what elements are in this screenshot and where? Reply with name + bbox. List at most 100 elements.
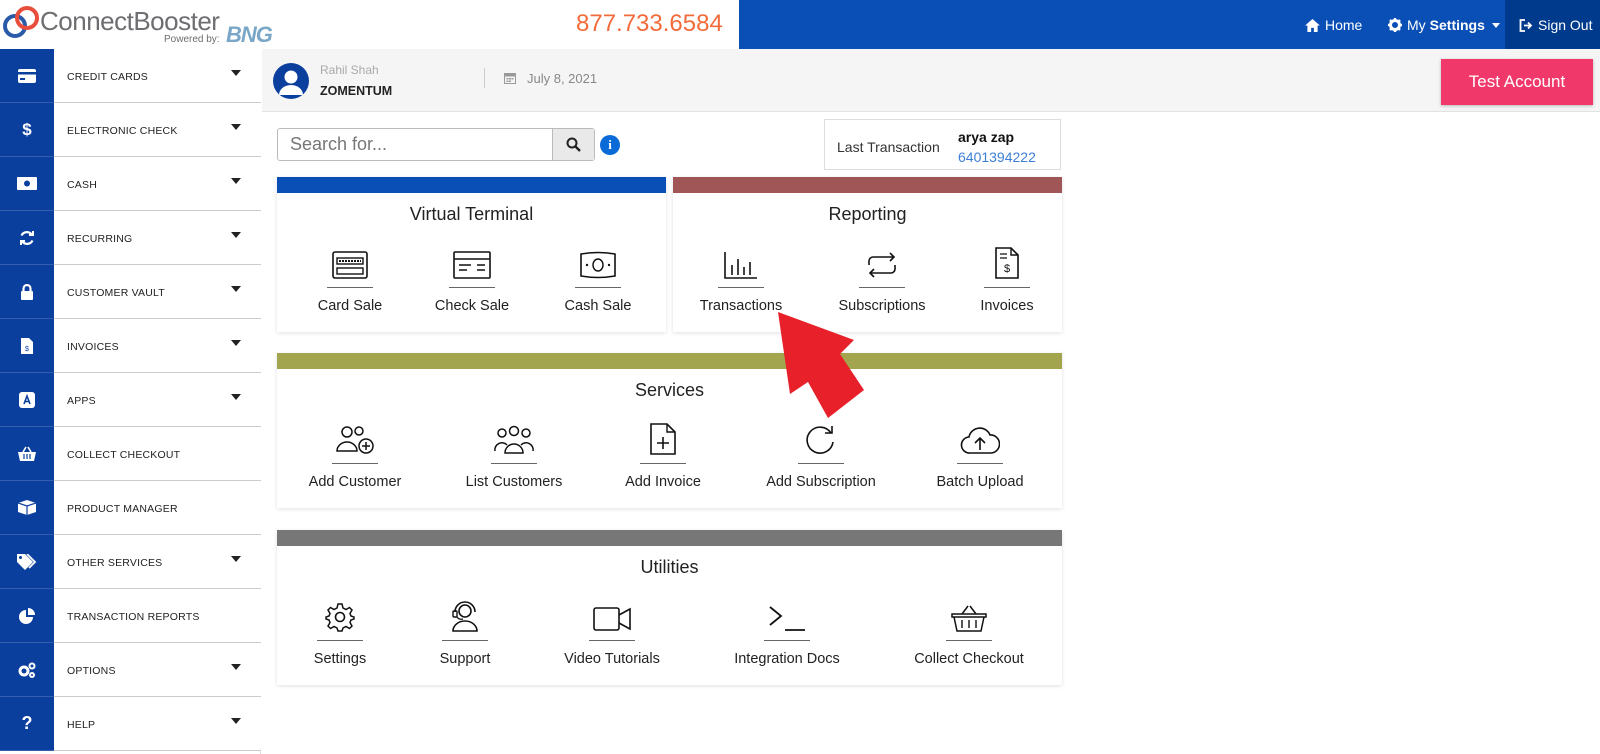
video-tutorials-tile[interactable]: Video Tutorials — [547, 592, 677, 667]
tile-label: Collect Checkout — [914, 651, 1024, 667]
tile-label: Integration Docs — [734, 651, 840, 667]
sidebar-item-label: CUSTOMER VAULT — [67, 287, 165, 299]
settings-gear-icon — [325, 603, 355, 632]
logo[interactable]: ConnectBooster Powered by: BNG — [0, 0, 300, 49]
caret-down-icon[interactable] — [231, 124, 241, 130]
sidebar-item-invoices[interactable]: $ INVOICES — [0, 319, 261, 373]
sidebar-item-credit-cards[interactable]: CREDIT CARDS — [0, 49, 261, 103]
app-store-icon — [19, 391, 35, 408]
sign-out-label: Sign Out — [1538, 17, 1593, 33]
test-account-button[interactable]: Test Account — [1441, 59, 1593, 105]
search-button[interactable] — [552, 129, 594, 160]
invoice-document-icon: $ — [995, 247, 1019, 279]
last-transaction-number[interactable]: 6401394222 — [958, 149, 1036, 165]
search-icon — [566, 137, 581, 152]
utilities-card: Utilities Settings Support Video Tutoria… — [277, 530, 1062, 685]
add-invoice-tile[interactable]: Add Invoice — [598, 415, 728, 490]
banknote-icon — [580, 251, 616, 279]
integration-docs-tile[interactable]: Integration Docs — [722, 592, 852, 667]
avatar[interactable] — [273, 63, 309, 99]
check-icon — [453, 251, 491, 279]
sidebar-item-label: CASH — [67, 179, 97, 191]
list-customers-tile[interactable]: List Customers — [449, 415, 579, 490]
lock-icon — [21, 283, 33, 300]
gear-icon — [1388, 18, 1402, 32]
caret-down-icon[interactable] — [231, 718, 241, 724]
card-color-bar — [277, 353, 1062, 369]
caret-down-icon[interactable] — [231, 664, 241, 670]
search-bar — [277, 128, 595, 161]
my-settings-dropdown[interactable]: My Settings — [1388, 17, 1500, 33]
sidebar-item-label: APPS — [67, 395, 96, 407]
sidebar-item-options[interactable]: OPTIONS — [0, 643, 261, 697]
sidebar-item-product-manager[interactable]: PRODUCT MANAGER — [0, 481, 261, 535]
transactions-tile[interactable]: Transactions — [676, 239, 806, 314]
sidebar-item-cash[interactable]: CASH — [0, 157, 261, 211]
sidebar-item-label: COLLECT CHECKOUT — [67, 449, 181, 461]
phone-number[interactable]: 877.733.6584 — [576, 10, 723, 38]
dollar-icon: $ — [22, 119, 32, 139]
top-bar: ConnectBooster Powered by: BNG 877.733.6… — [0, 0, 1600, 49]
home-icon — [1305, 18, 1320, 32]
reporting-card: Reporting Transactions Subscriptions $ I… — [673, 177, 1062, 332]
subscriptions-tile[interactable]: Subscriptions — [817, 239, 947, 314]
add-subscription-tile[interactable]: Add Subscription — [756, 415, 886, 490]
caret-down-icon[interactable] — [231, 556, 241, 562]
tile-label: Video Tutorials — [564, 651, 660, 667]
batch-upload-tile[interactable]: Batch Upload — [915, 415, 1045, 490]
check-sale-tile[interactable]: Check Sale — [407, 239, 537, 314]
sidebar-item-help[interactable]: ? HELP — [0, 697, 261, 751]
caret-down-icon[interactable] — [231, 394, 241, 400]
caret-down-icon[interactable] — [231, 286, 241, 292]
add-customer-tile[interactable]: Add Customer — [290, 415, 420, 490]
users-icon — [494, 425, 534, 454]
card-color-bar — [673, 177, 1062, 193]
sidebar-item-recurring[interactable]: RECURRING — [0, 211, 261, 265]
sidebar-item-label: ELECTRONIC CHECK — [67, 125, 178, 137]
invoices-tile[interactable]: $ Invoices — [942, 239, 1072, 314]
settings-tile[interactable]: Settings — [275, 592, 405, 667]
info-icon[interactable]: i — [600, 135, 620, 155]
connectbooster-logo-icon — [3, 6, 39, 38]
tile-label: Settings — [313, 651, 367, 667]
credit-card-icon — [18, 68, 36, 83]
sidebar-item-label: INVOICES — [67, 341, 119, 353]
annotation-arrow — [778, 312, 864, 418]
last-transaction-label: Last Transaction — [837, 139, 940, 155]
sidebar-item-transaction-reports[interactable]: TRANSACTION REPORTS — [0, 589, 261, 643]
add-customer-icon — [336, 426, 374, 454]
sidebar-item-customer-vault[interactable]: CUSTOMER VAULT — [0, 265, 261, 319]
sidebar-item-apps[interactable]: APPS — [0, 373, 261, 427]
last-transaction-box: Last Transaction arya zap 6401394222 — [824, 119, 1061, 170]
tile-label: Batch Upload — [936, 474, 1024, 490]
sidebar-item-label: PRODUCT MANAGER — [67, 503, 178, 515]
settings-label: Settings — [1429, 17, 1485, 33]
user-icon — [279, 70, 303, 95]
caret-down-icon[interactable] — [231, 70, 241, 76]
tile-label: Add Subscription — [766, 474, 876, 490]
sidebar-item-electronic-check[interactable]: $ ELECTRONIC CHECK — [0, 103, 261, 157]
current-date: July 8, 2021 — [527, 71, 598, 86]
sidebar-item-collect-checkout[interactable]: COLLECT CHECKOUT — [0, 427, 261, 481]
tile-label: Check Sale — [434, 298, 510, 314]
last-transaction-name: arya zap — [958, 129, 1015, 145]
sidebar: CREDIT CARDS $ ELECTRONIC CHECK CASH REC… — [0, 49, 261, 754]
terminal-icon — [769, 606, 805, 631]
gateway-logo-text: BNG — [226, 22, 273, 47]
search-input[interactable] — [278, 129, 552, 160]
company-name: ZOMENTUM — [320, 84, 393, 98]
support-tile[interactable]: Support — [400, 592, 530, 667]
tile-label: Add Invoice — [625, 474, 701, 490]
caret-down-icon[interactable] — [231, 340, 241, 346]
card-sale-tile[interactable]: Card Sale — [285, 239, 415, 314]
caret-down-icon[interactable] — [231, 178, 241, 184]
collect-checkout-tile[interactable]: Collect Checkout — [904, 592, 1034, 667]
top-nav: Home My Settings Sign Out — [739, 0, 1600, 49]
caret-down-icon[interactable] — [231, 232, 241, 238]
question-icon: ? — [21, 713, 33, 733]
cash-sale-tile[interactable]: Cash Sale — [533, 239, 663, 314]
sidebar-item-other-services[interactable]: OTHER SERVICES — [0, 535, 261, 589]
logo-text: ConnectBooster — [40, 6, 220, 36]
home-link[interactable]: Home — [1305, 17, 1362, 33]
sign-out-button[interactable]: Sign Out — [1505, 0, 1600, 49]
